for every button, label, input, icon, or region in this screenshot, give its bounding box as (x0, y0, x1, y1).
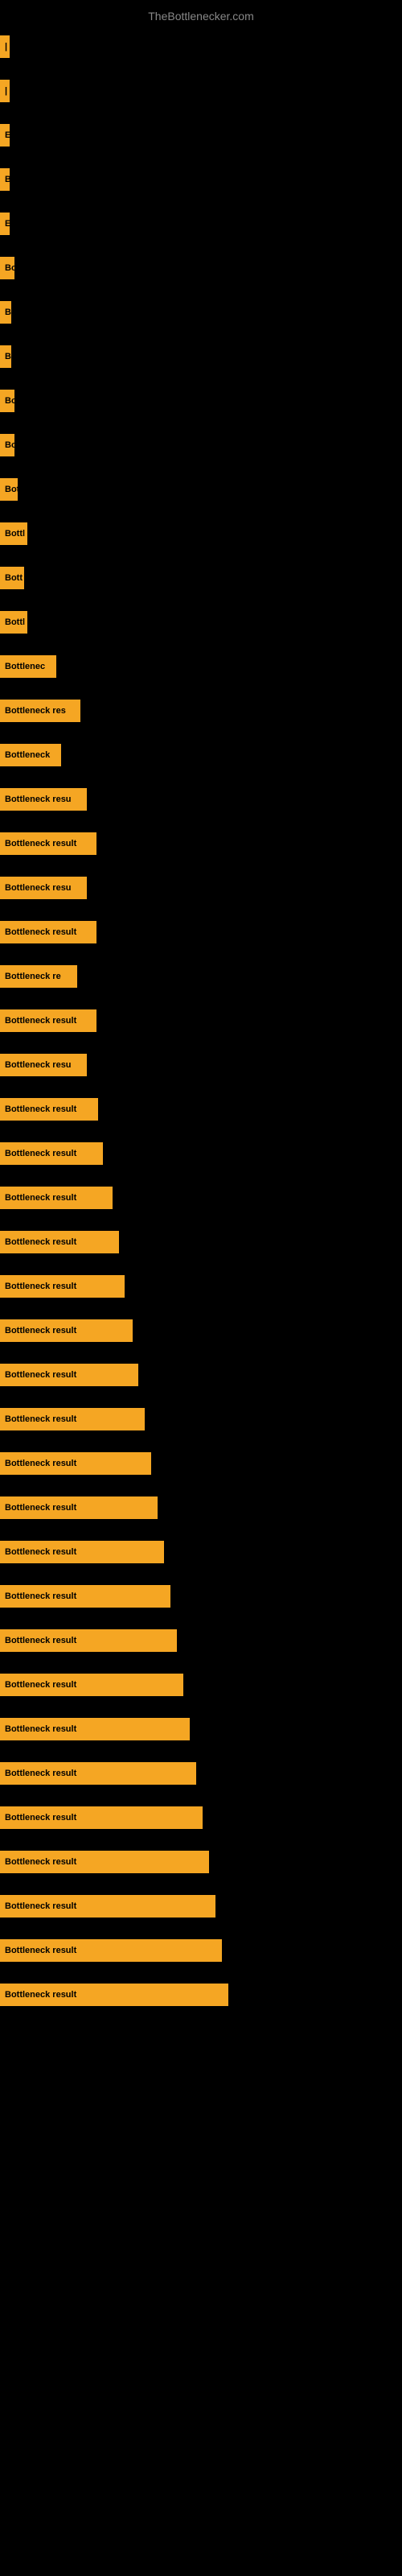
bar-label: Bottleneck result (0, 1098, 98, 1121)
bar-label: Bo (0, 434, 14, 456)
bar-row: Bottleneck result (0, 998, 402, 1042)
bar-label: Bottl (0, 522, 27, 545)
bars-container: ||EBEBoBBBoBoBotBottlBottBottlBottlenecB… (0, 24, 402, 2017)
bar-row: Bottleneck result (0, 1795, 402, 1839)
bar-label: Bottleneck result (0, 1009, 96, 1032)
bar-label: Bottleneck result (0, 1275, 125, 1298)
bar-label: Bot (0, 478, 18, 501)
bar-label: Bottleneck result (0, 1629, 177, 1652)
bar-row: Bottleneck result (0, 1530, 402, 1574)
bar-row: | (0, 68, 402, 113)
bar-label: Bottleneck result (0, 1496, 158, 1519)
bar-row: Bottleneck res (0, 688, 402, 733)
bar-row: Bottlenec (0, 644, 402, 688)
bar-row: Bottleneck result (0, 1352, 402, 1397)
bar-label: Bottleneck result (0, 1408, 145, 1430)
bar-row: Bottleneck result (0, 1972, 402, 2017)
bar-label: Bottleneck result (0, 1674, 183, 1696)
bar-row: Bottleneck result (0, 1928, 402, 1972)
bar-row: B (0, 157, 402, 201)
bar-row: | (0, 24, 402, 68)
bar-row: Bottleneck result (0, 1839, 402, 1884)
bar-label: Bottleneck result (0, 1585, 170, 1608)
bar-row: Bottleneck result (0, 1220, 402, 1264)
bar-row: B (0, 290, 402, 334)
bar-label: Bottleneck re (0, 965, 77, 988)
bar-label: Bo (0, 257, 14, 279)
bar-row: Bottleneck result (0, 1662, 402, 1707)
bar-label: B (0, 301, 11, 324)
bar-row: Bottleneck result (0, 1175, 402, 1220)
bar-row: Bot (0, 467, 402, 511)
bar-row: Bottleneck result (0, 1884, 402, 1928)
bar-label: Bottleneck result (0, 832, 96, 855)
bar-row: Bottleneck re (0, 954, 402, 998)
bar-label: Bottleneck result (0, 921, 96, 943)
bar-label: Bottleneck (0, 744, 61, 766)
bar-row: Bottleneck result (0, 1707, 402, 1751)
bar-label: Bottleneck result (0, 1187, 113, 1209)
bar-label: Bottleneck result (0, 1895, 215, 1918)
bar-row: Bottleneck resu (0, 1042, 402, 1087)
bar-label: Bottleneck resu (0, 1054, 87, 1076)
bar-label: Bottleneck result (0, 1718, 190, 1740)
bar-row: Bo (0, 246, 402, 290)
bar-label: Bottleneck result (0, 1319, 133, 1342)
bar-row: Bottleneck result (0, 1087, 402, 1131)
bar-label: Bottleneck res (0, 700, 80, 722)
bar-label: Bottleneck result (0, 1806, 203, 1829)
bar-label: Bottleneck resu (0, 877, 87, 899)
bar-row: Bottleneck resu (0, 865, 402, 910)
bar-row: Bottleneck result (0, 1308, 402, 1352)
bar-row: B (0, 334, 402, 378)
bar-label: Bottlenec (0, 655, 56, 678)
bar-label: Bottleneck result (0, 1939, 222, 1962)
bar-row: Bottleneck resu (0, 777, 402, 821)
bar-label: Bottl (0, 611, 27, 634)
bar-row: Bottleneck (0, 733, 402, 777)
bar-label: Bott (0, 567, 24, 589)
bar-row: Bo (0, 378, 402, 423)
bar-row: Bottleneck result (0, 1441, 402, 1485)
bar-row: E (0, 113, 402, 157)
bar-label: Bottleneck result (0, 1142, 103, 1165)
bar-row: Bo (0, 423, 402, 467)
bar-label: E (0, 124, 10, 147)
bar-label: B (0, 168, 10, 191)
bar-label: Bottleneck result (0, 1984, 228, 2006)
bar-row: Bottl (0, 511, 402, 555)
bar-label: Bottleneck result (0, 1231, 119, 1253)
bar-row: Bottleneck result (0, 910, 402, 954)
bar-row: Bottleneck result (0, 821, 402, 865)
bar-row: Bottleneck result (0, 1397, 402, 1441)
bar-label: E (0, 213, 10, 235)
bar-label: | (0, 35, 10, 58)
bar-label: Bottleneck result (0, 1364, 138, 1386)
bar-label: Bottleneck result (0, 1762, 196, 1785)
bar-row: E (0, 201, 402, 246)
bar-label: B (0, 345, 11, 368)
bar-label: Bottleneck result (0, 1541, 164, 1563)
bar-label: Bottleneck result (0, 1452, 151, 1475)
bar-label: Bottleneck resu (0, 788, 87, 811)
bar-label: | (0, 80, 10, 102)
bar-row: Bottleneck result (0, 1264, 402, 1308)
bar-label: Bo (0, 390, 14, 412)
bar-row: Bottleneck result (0, 1618, 402, 1662)
bar-row: Bottleneck result (0, 1131, 402, 1175)
bar-label: Bottleneck result (0, 1851, 209, 1873)
bar-row: Bottleneck result (0, 1574, 402, 1618)
bar-row: Bott (0, 555, 402, 600)
bar-row: Bottl (0, 600, 402, 644)
bar-row: Bottleneck result (0, 1751, 402, 1795)
bar-row: Bottleneck result (0, 1485, 402, 1530)
